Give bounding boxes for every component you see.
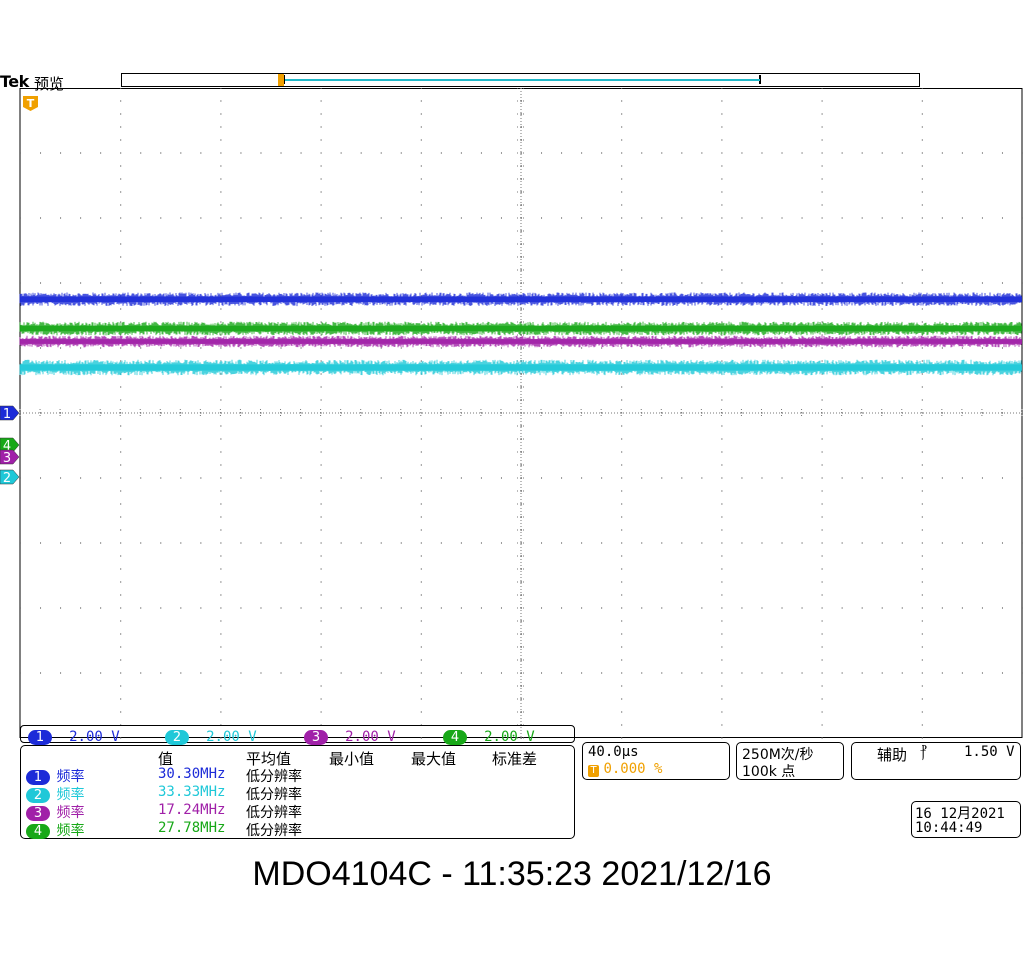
trigger-level: 1.50 V (964, 744, 1015, 760)
ch4-scale[interactable]: 4 2.00 V (443, 726, 535, 745)
horizontal-scale: 40.0µs (588, 744, 639, 760)
ch2-scale-value: 2.00 V (206, 729, 257, 745)
trigger-position: T 0.000 % (588, 761, 662, 777)
svg-text:1: 1 (3, 407, 11, 422)
record-length: 100k 点 (742, 764, 796, 780)
meas-ch1-value: 30.30MHz (158, 766, 226, 782)
center-crosshair (19, 88, 1023, 739)
waveform-display[interactable]: 1432T (0, 88, 1024, 740)
meas-ch2-badge: 2 (26, 788, 50, 803)
ch1-trace (19, 292, 1022, 307)
trigger-position-icon: T (588, 765, 599, 777)
meas-ch2-value: 33.33MHz (158, 784, 226, 800)
trigger-position-value: 0.000 % (603, 761, 663, 777)
meas-row-ch2[interactable]: 2 频率 33.33MHz 低分辨率 (26, 784, 566, 804)
meas-ch4-label: 频率 (56, 823, 85, 839)
footer-caption: MDO4104C - 11:35:23 2021/12/16 (252, 855, 772, 893)
meas-ch1-note: 低分辨率 (246, 769, 302, 785)
meas-row-ch3[interactable]: 3 频率 17.24MHz 低分辨率 (26, 802, 566, 822)
ch1-badge: 1 (28, 730, 52, 745)
meas-ch2-label: 频率 (56, 787, 85, 803)
ch2-scale[interactable]: 2 2.00 V (165, 726, 257, 745)
meas-ch2-note: 低分辨率 (246, 787, 302, 803)
clock-time: 10:44:49 (915, 820, 983, 836)
meas-ch4-note: 低分辨率 (246, 823, 302, 839)
ch3-scale[interactable]: 3 2.00 V (304, 726, 396, 745)
record-view-trace (285, 79, 760, 81)
meas-ch1-label: 频率 (56, 769, 85, 785)
meas-row-ch1[interactable]: 1 频率 30.30MHz 低分辨率 (26, 766, 566, 786)
meas-ch4-badge: 4 (26, 824, 50, 839)
ch2-badge: 2 (165, 730, 189, 745)
svg-text:3: 3 (3, 451, 11, 466)
ch1-scale[interactable]: 1 2.00 V (28, 726, 120, 745)
meas-ch3-badge: 3 (26, 806, 50, 821)
meas-row-ch4[interactable]: 4 频率 27.78MHz 低分辨率 (26, 820, 566, 840)
channel-markers[interactable]: 1432T (0, 96, 38, 486)
ch1-ground-marker[interactable]: 1 (0, 405, 20, 422)
ch2-ground-marker[interactable]: 2 (0, 469, 20, 486)
ch2-trace (19, 359, 1022, 376)
ch4-badge: 4 (443, 730, 467, 745)
ch3-trace (19, 335, 1022, 348)
ch3-scale-value: 2.00 V (345, 729, 396, 745)
ch4-trace (19, 321, 1022, 336)
trigger-source: 辅助 (877, 746, 908, 764)
meas-ch3-label: 频率 (56, 805, 85, 821)
meas-ch3-note: 低分辨率 (246, 805, 302, 821)
trigger-time-marker[interactable]: T (23, 96, 38, 111)
graticule (19, 88, 1023, 739)
meas-ch4-value: 27.78MHz (158, 820, 226, 836)
ch3-ground-marker[interactable]: 3 (0, 449, 20, 466)
svg-text:2: 2 (3, 471, 11, 486)
svg-text:T: T (27, 97, 35, 110)
ch3-badge: 3 (304, 730, 328, 745)
ch4-scale-value: 2.00 V (484, 729, 535, 745)
record-trigger-marker (278, 74, 284, 86)
meas-ch3-value: 17.24MHz (158, 802, 226, 818)
ch1-scale-value: 2.00 V (69, 729, 120, 745)
meas-ch1-badge: 1 (26, 770, 50, 785)
falling-edge-icon: ⳨ (920, 743, 927, 761)
